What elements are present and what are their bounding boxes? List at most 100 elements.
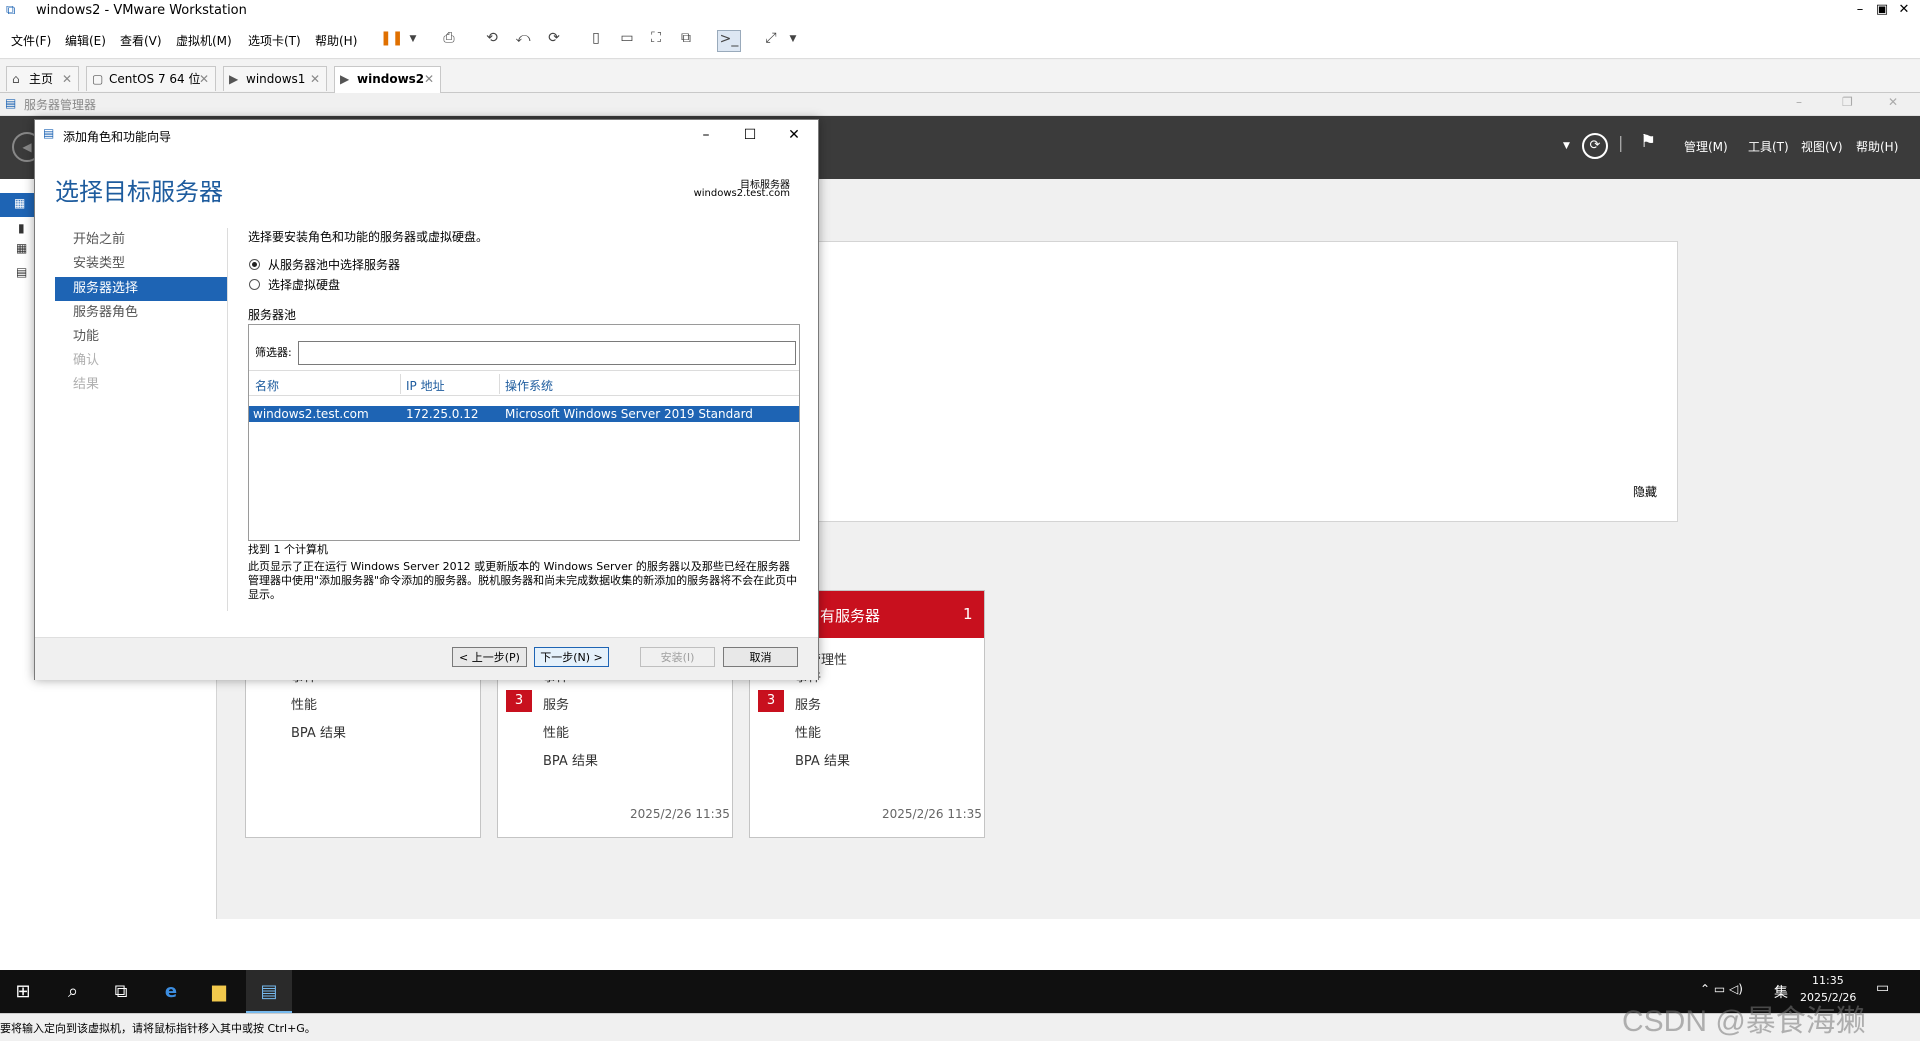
separator: | bbox=[1618, 133, 1624, 152]
chevron-down-icon[interactable]: ▼ bbox=[1563, 141, 1570, 151]
stretch-icon[interactable]: ⤢ bbox=[760, 30, 782, 50]
close-icon[interactable]: ✕ bbox=[199, 67, 209, 91]
target-server-value: windows2.test.com bbox=[693, 188, 790, 199]
filter-input[interactable] bbox=[298, 341, 796, 365]
menu-manage[interactable]: 管理(M) bbox=[1684, 138, 1728, 155]
add-roles-wizard-dialog: ▤ 添加角色和功能向导 – ☐ ✕ 选择目标服务器 目标服务器 windows2… bbox=[34, 119, 819, 680]
dashboard-tile[interactable]: 事件 3 服务 性能 BPA 结果 2025/2/26 11:35 bbox=[497, 653, 733, 838]
menu-view[interactable]: 视图(V) bbox=[1801, 138, 1843, 155]
install-button: 安装(I) bbox=[640, 647, 715, 667]
close-icon[interactable]: ✕ bbox=[62, 67, 72, 91]
snapshot-icon[interactable]: ⟲ bbox=[481, 30, 503, 50]
dashboard-tile[interactable]: 事件 性能 BPA 结果 bbox=[245, 653, 481, 838]
maximize-button[interactable]: ☐ bbox=[733, 124, 767, 146]
snapshot-manager-icon[interactable]: ⟳ bbox=[543, 30, 565, 50]
task-view-icon[interactable]: ⧉ bbox=[98, 970, 144, 1013]
menu-vm[interactable]: 虚拟机(M) bbox=[176, 32, 232, 49]
radio-server-pool-label[interactable]: 从服务器池中选择服务器 bbox=[268, 256, 400, 273]
step-server-selection[interactable]: 服务器选择 bbox=[55, 277, 227, 301]
menu-tools[interactable]: 工具(T) bbox=[1748, 138, 1789, 155]
close-icon[interactable]: ✕ bbox=[424, 67, 434, 91]
vmware-titlebar: ⧉ windows2 - VMware Workstation – ▣ ✕ bbox=[0, 0, 1920, 22]
step-results: 结果 bbox=[73, 377, 100, 392]
tile-row-performance[interactable]: 性能 bbox=[291, 694, 317, 713]
file-storage-icon[interactable]: ▤ bbox=[16, 265, 27, 279]
menu-view[interactable]: 查看(V) bbox=[120, 32, 162, 49]
close-icon[interactable]: ✕ bbox=[310, 67, 320, 91]
divider bbox=[227, 228, 228, 611]
menu-tabs[interactable]: 选项卡(T) bbox=[248, 32, 301, 49]
tile-row-performance[interactable]: 性能 bbox=[543, 722, 569, 741]
close-button[interactable]: ✕ bbox=[1890, 2, 1918, 17]
tile-row-services[interactable]: 服务 bbox=[795, 694, 821, 713]
server-manager-taskbar-icon[interactable]: ▤ bbox=[246, 970, 292, 1013]
notification-center-icon[interactable]: ▭ bbox=[1876, 980, 1889, 996]
hide-link[interactable]: 隐藏 bbox=[1633, 483, 1657, 500]
nav-dashboard[interactable]: ▦ bbox=[0, 193, 38, 217]
tab-label: windows2 bbox=[357, 72, 425, 86]
tray-icons[interactable]: ⌃ ▭ ◁) bbox=[1700, 982, 1743, 996]
all-servers-icon[interactable]: ▦ bbox=[16, 241, 27, 255]
fullscreen-icon[interactable]: ⛶ bbox=[645, 30, 667, 50]
library-view-icon[interactable]: ▯ bbox=[585, 30, 607, 50]
tile-row-bpa[interactable]: BPA 结果 bbox=[291, 722, 346, 741]
table-row[interactable]: windows2.test.com 172.25.0.12 Microsoft … bbox=[249, 406, 799, 422]
radio-server-pool[interactable] bbox=[249, 259, 260, 270]
step-server-roles[interactable]: 服务器角色 bbox=[55, 301, 227, 325]
chevron-down-icon[interactable]: ▼ bbox=[782, 34, 804, 54]
next-button[interactable]: 下一步(N) > bbox=[534, 647, 609, 667]
tile-title: 有服务器 bbox=[820, 607, 881, 625]
unity-icon[interactable]: ⧉ bbox=[675, 30, 697, 50]
cancel-button[interactable]: 取消 bbox=[723, 647, 798, 667]
server-pool-title: 服务器池 bbox=[248, 308, 297, 322]
tile-row-performance[interactable]: 性能 bbox=[795, 722, 821, 741]
menu-file[interactable]: 文件(F) bbox=[11, 32, 51, 49]
radio-virtual-disk[interactable] bbox=[249, 279, 260, 290]
radio-virtual-disk-label[interactable]: 选择虚拟硬盘 bbox=[268, 276, 340, 293]
pause-icon[interactable]: ❚❚ bbox=[380, 30, 403, 50]
restore-button[interactable]: ❐ bbox=[1842, 95, 1853, 109]
step-before-you-begin[interactable]: 开始之前 bbox=[55, 228, 227, 252]
menu-help[interactable]: 帮助(H) bbox=[1856, 138, 1898, 155]
vmware-menubar: 文件(F) 编辑(E) 查看(V) 虚拟机(M) 选项卡(T) 帮助(H) ❚❚… bbox=[0, 22, 1920, 59]
notification-flag-icon[interactable]: ⚑ bbox=[1640, 131, 1656, 152]
close-button[interactable]: ✕ bbox=[777, 124, 811, 146]
send-keys-icon[interactable]: ⎙ bbox=[438, 30, 460, 50]
tab-windows2[interactable]: ▶ windows2 ✕ bbox=[334, 66, 441, 93]
previous-button[interactable]: < 上一步(P) bbox=[452, 647, 527, 667]
minimize-button[interactable]: – bbox=[1796, 95, 1802, 109]
service-count-badge: 3 bbox=[506, 690, 532, 712]
local-server-icon[interactable]: ▮ bbox=[18, 221, 25, 235]
tab-home[interactable]: ⌂ 主页 ✕ bbox=[6, 66, 79, 91]
tile-timestamp: 2025/2/26 11:35 bbox=[882, 807, 982, 821]
column-header-ip[interactable]: IP 地址 bbox=[406, 377, 445, 394]
close-button[interactable]: ✕ bbox=[1888, 95, 1898, 109]
menu-help[interactable]: 帮助(H) bbox=[315, 32, 357, 49]
minimize-button[interactable]: – bbox=[689, 124, 723, 146]
menu-edit[interactable]: 编辑(E) bbox=[65, 32, 106, 49]
internet-explorer-icon[interactable]: e bbox=[148, 970, 194, 1013]
thumbnail-view-icon[interactable]: ▭ bbox=[616, 30, 638, 50]
step-installation-type[interactable]: 安装类型 bbox=[55, 252, 227, 276]
start-icon[interactable]: ⊞ bbox=[0, 970, 46, 1013]
wizard-app-icon: ▤ bbox=[43, 126, 55, 140]
dashboard-icon: ▦ bbox=[14, 196, 26, 210]
tab-centos[interactable]: ▢ CentOS 7 64 位 ✕ bbox=[86, 66, 216, 91]
tab-windows1[interactable]: ▶ windows1 ✕ bbox=[223, 66, 327, 91]
clock-time[interactable]: 11:35 bbox=[1812, 974, 1844, 987]
chevron-down-icon[interactable]: ▼ bbox=[402, 34, 424, 54]
step-features[interactable]: 功能 bbox=[55, 325, 227, 349]
search-icon[interactable]: ⌕ bbox=[50, 970, 96, 1013]
vmware-logo-icon: ⧉ bbox=[6, 3, 16, 18]
column-header-name[interactable]: 名称 bbox=[255, 377, 279, 394]
tile-row-bpa[interactable]: BPA 结果 bbox=[543, 750, 598, 769]
tile-row-bpa[interactable]: BPA 结果 bbox=[795, 750, 850, 769]
revert-snapshot-icon[interactable]: ⤺ bbox=[512, 30, 534, 50]
tile-row-services[interactable]: 服务 bbox=[543, 694, 569, 713]
column-header-os[interactable]: 操作系统 bbox=[505, 377, 553, 394]
console-icon[interactable]: >_ bbox=[717, 30, 741, 52]
file-explorer-icon[interactable]: ▆ bbox=[196, 970, 242, 1013]
vmware-tabbar: ⌂ 主页 ✕ ▢ CentOS 7 64 位 ✕ ▶ windows1 ✕ ▶ … bbox=[0, 60, 1920, 93]
refresh-icon[interactable]: ⟳ bbox=[1582, 133, 1608, 159]
server-manager-icon: ▤ bbox=[5, 96, 17, 110]
